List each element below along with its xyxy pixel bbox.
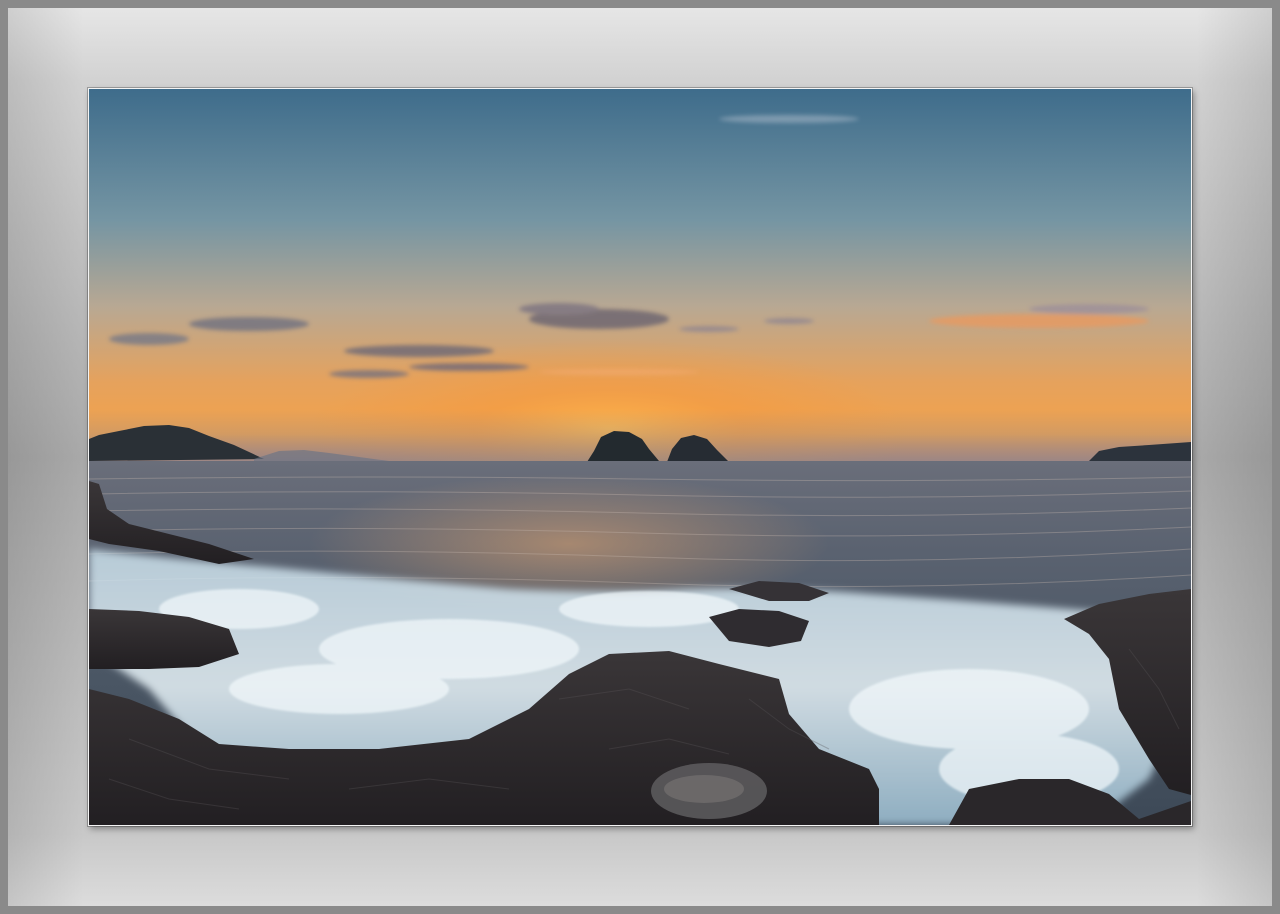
tide-pool-reflection bbox=[664, 775, 744, 803]
photograph bbox=[89, 89, 1191, 825]
